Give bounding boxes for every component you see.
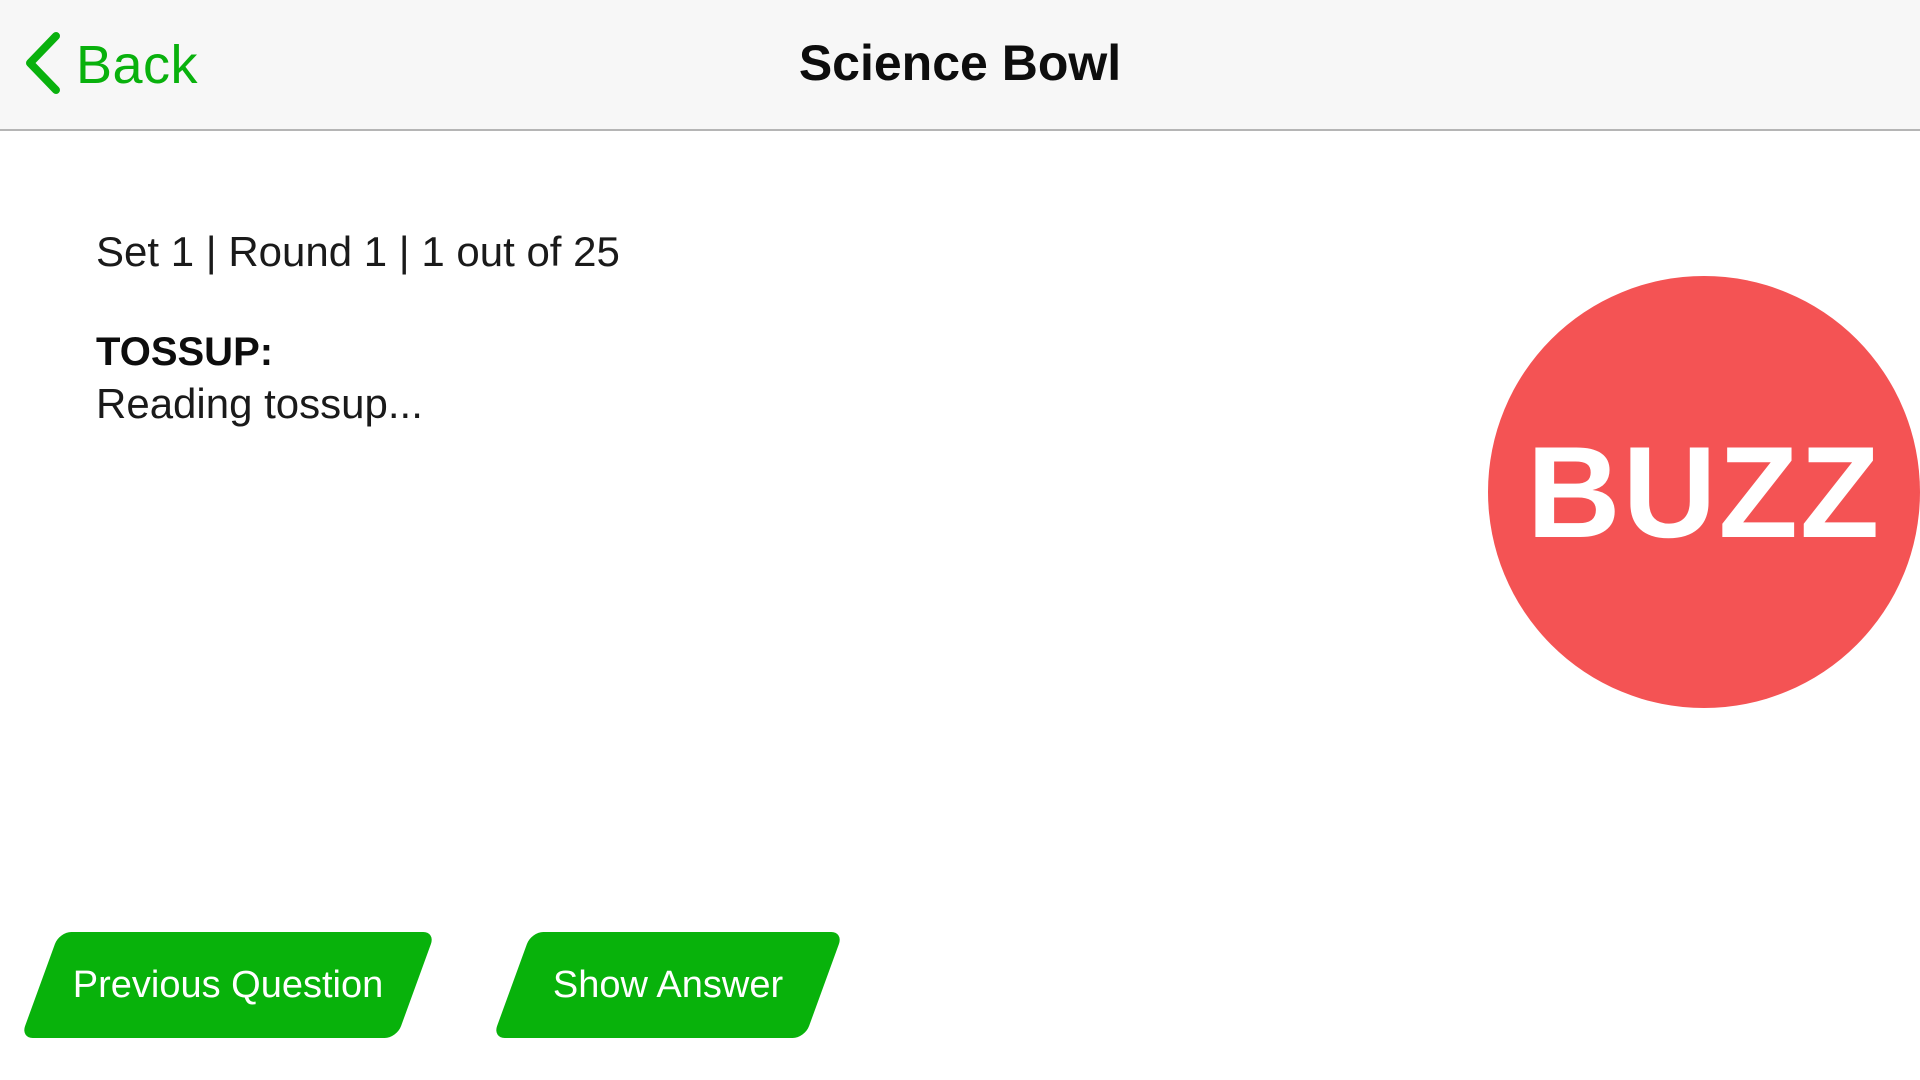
buzz-button[interactable]: BUZZ <box>1488 276 1920 708</box>
navigation-bar: Back Science Bowl <box>0 0 1920 131</box>
question-status: Set 1 | Round 1 | 1 out of 25 <box>96 228 620 275</box>
previous-question-label: Previous Question <box>72 963 384 1006</box>
show-answer-label: Show Answer <box>552 963 784 1006</box>
question-text: Reading tossup... <box>96 380 423 427</box>
question-type-label: TOSSUP: <box>96 330 274 374</box>
buzz-label: BUZZ <box>1526 419 1882 565</box>
show-answer-button[interactable]: Show Answer <box>492 932 844 1038</box>
previous-question-button[interactable]: Previous Question <box>20 932 436 1038</box>
page-title: Science Bowl <box>798 35 1122 91</box>
